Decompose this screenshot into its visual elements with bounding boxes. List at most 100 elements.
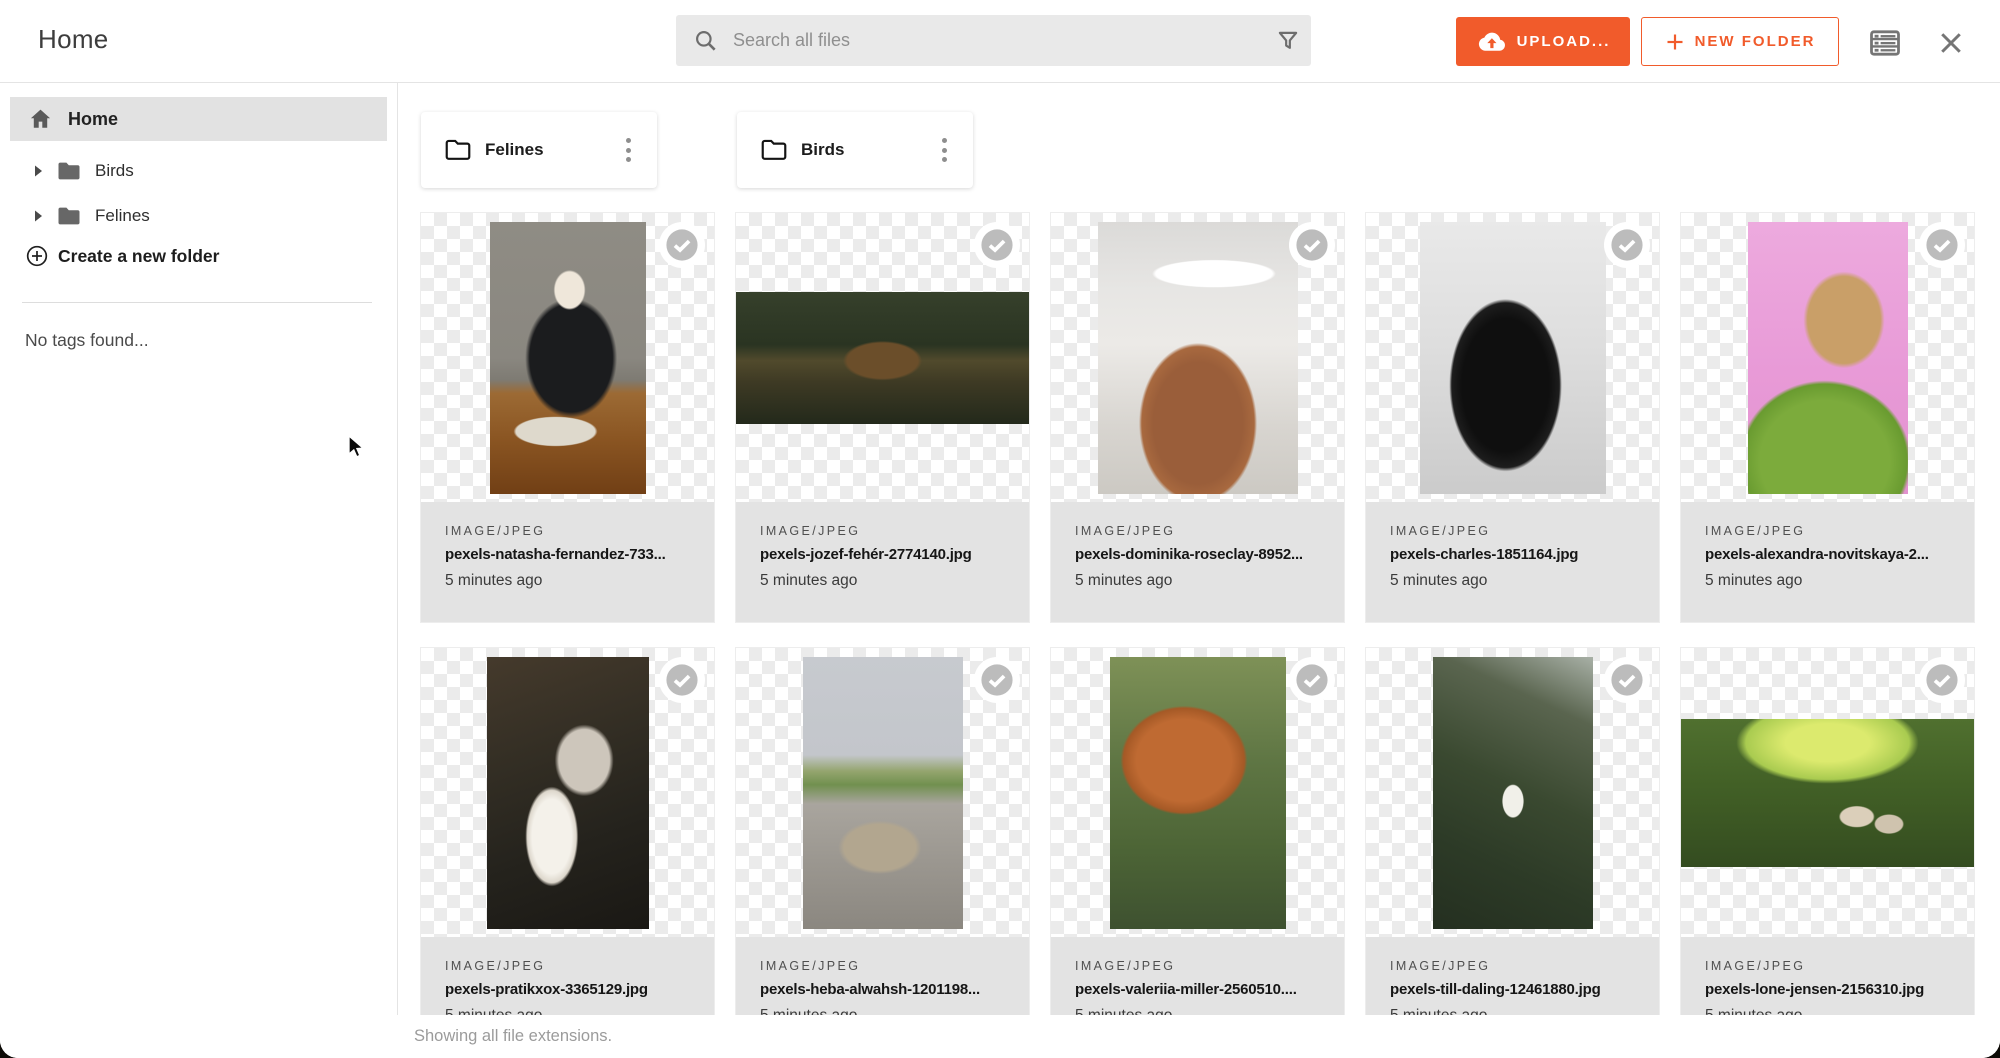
file-thumbnail-image [1681,719,1974,867]
mime-type-label: IMAGE/JPEG [760,524,1005,538]
file-card[interactable]: IMAGE/JPEG pexels-till-daling-12461880.j… [1366,648,1659,1057]
select-check-badge[interactable] [974,657,1020,703]
sidebar-item-birds-label: Birds [95,161,134,181]
top-bar: Home UPLOAD... [0,0,2000,83]
select-check-badge[interactable] [1919,222,1965,268]
mime-type-label: IMAGE/JPEG [1705,959,1950,973]
mime-type-label: IMAGE/JPEG [1075,959,1320,973]
select-check-badge[interactable] [1604,657,1650,703]
chevron-right-icon [33,209,44,223]
file-name: pexels-till-daling-12461880.jpg [1390,981,1635,998]
upload-label: UPLOAD... [1517,33,1611,50]
file-name: pexels-lone-jensen-2156310.jpg [1705,981,1950,998]
sidebar-item-birds[interactable]: Birds [0,153,388,189]
sidebar: Home Birds Felines [0,83,398,1058]
file-name: pexels-valeriia-miller-2560510.... [1075,981,1320,998]
file-card[interactable]: IMAGE/JPEG pexels-charles-1851164.jpg 5 … [1366,213,1659,622]
filter-button[interactable] [1265,15,1311,66]
check-icon [1925,663,1959,697]
list-view-icon [1870,30,1900,56]
check-icon [1610,663,1644,697]
file-meta: IMAGE/JPEG pexels-charles-1851164.jpg 5 … [1366,502,1659,622]
search-input[interactable] [719,30,1265,51]
file-card[interactable]: IMAGE/JPEG pexels-lone-jensen-2156310.jp… [1681,648,1974,1057]
page-title: Home [38,24,109,55]
search-bar [676,15,1311,66]
check-icon [980,228,1014,262]
file-meta: IMAGE/JPEG pexels-jozef-fehér-2774140.jp… [736,502,1029,622]
file-thumbnail-image [1433,657,1593,929]
mime-type-label: IMAGE/JPEG [1390,524,1635,538]
sidebar-item-felines[interactable]: Felines [0,198,388,234]
upload-button[interactable]: UPLOAD... [1456,17,1630,66]
file-timestamp: 5 minutes ago [1390,572,1635,590]
file-thumbnail [1051,648,1344,937]
file-card[interactable]: IMAGE/JPEG pexels-dominika-roseclay-8952… [1051,213,1344,622]
select-check-badge[interactable] [974,222,1020,268]
file-card[interactable]: IMAGE/JPEG pexels-valeriia-miller-256051… [1051,648,1344,1057]
file-card[interactable]: IMAGE/JPEG pexels-pratikxox-3365129.jpg … [421,648,714,1057]
check-icon [1925,228,1959,262]
status-text: Showing all file extensions. [414,1027,612,1046]
file-name: pexels-natasha-fernandez-733... [445,546,690,563]
check-icon [980,663,1014,697]
file-thumbnail [1681,213,1974,502]
chevron-right-icon [33,164,44,178]
file-thumbnail-image [736,292,1029,424]
file-name: pexels-dominika-roseclay-8952... [1075,546,1320,563]
folder-menu-button[interactable] [615,112,641,188]
mime-type-label: IMAGE/JPEG [445,524,690,538]
create-folder-label: Create a new folder [58,246,219,267]
no-tags-text: No tags found... [25,330,149,351]
select-check-badge[interactable] [1289,657,1335,703]
check-icon [1295,663,1329,697]
folder-name: Birds [801,140,844,160]
file-meta: IMAGE/JPEG pexels-dominika-roseclay-8952… [1051,502,1344,622]
folder-menu-button[interactable] [931,112,957,188]
list-view-button[interactable] [1868,28,1902,58]
close-button[interactable] [1934,28,1968,58]
folder-card-birds[interactable]: Birds [737,112,973,188]
new-folder-button[interactable]: NEW FOLDER [1641,17,1839,66]
mime-type-label: IMAGE/JPEG [760,959,1005,973]
file-timestamp: 5 minutes ago [1705,572,1950,590]
file-thumbnail [1366,213,1659,502]
folder-icon [445,139,471,161]
file-thumbnail [736,213,1029,502]
select-check-badge[interactable] [659,657,705,703]
file-thumbnail [736,648,1029,937]
file-card[interactable]: IMAGE/JPEG pexels-jozef-fehér-2774140.jp… [736,213,1029,622]
file-timestamp: 5 minutes ago [445,572,690,590]
file-thumbnail-image [803,657,963,929]
folder-name: Felines [485,140,544,160]
upload-cloud-icon [1476,30,1506,54]
status-bar: Showing all file extensions. [0,1015,2000,1058]
file-name: pexels-jozef-fehér-2774140.jpg [760,546,1005,563]
folder-icon [57,161,81,181]
check-icon [665,663,699,697]
mime-type-label: IMAGE/JPEG [1705,524,1950,538]
file-card[interactable]: IMAGE/JPEG pexels-alexandra-novitskaya-2… [1681,213,1974,622]
select-check-badge[interactable] [1604,222,1650,268]
file-meta: IMAGE/JPEG pexels-alexandra-novitskaya-2… [1681,502,1974,622]
file-name: pexels-alexandra-novitskaya-2... [1705,546,1950,563]
check-icon [1295,228,1329,262]
select-check-badge[interactable] [659,222,705,268]
create-folder-button[interactable]: Create a new folder [26,245,219,267]
sidebar-item-home[interactable]: Home [10,97,387,141]
folder-card-felines[interactable]: Felines [421,112,657,188]
file-grid: IMAGE/JPEG pexels-natasha-fernandez-733.… [421,213,1974,1057]
file-manager-window: Home UPLOAD... [0,0,2000,1058]
file-meta: IMAGE/JPEG pexels-natasha-fernandez-733.… [421,502,714,622]
file-name: pexels-charles-1851164.jpg [1390,546,1635,563]
mime-type-label: IMAGE/JPEG [445,959,690,973]
new-folder-label: NEW FOLDER [1695,33,1816,50]
sidebar-item-felines-label: Felines [95,206,150,226]
file-thumbnail [421,213,714,502]
file-card[interactable]: IMAGE/JPEG pexels-heba-alwahsh-1201198..… [736,648,1029,1057]
file-name: pexels-heba-alwahsh-1201198... [760,981,1005,998]
file-card[interactable]: IMAGE/JPEG pexels-natasha-fernandez-733.… [421,213,714,622]
select-check-badge[interactable] [1919,657,1965,703]
file-thumbnail [1681,648,1974,937]
select-check-badge[interactable] [1289,222,1335,268]
